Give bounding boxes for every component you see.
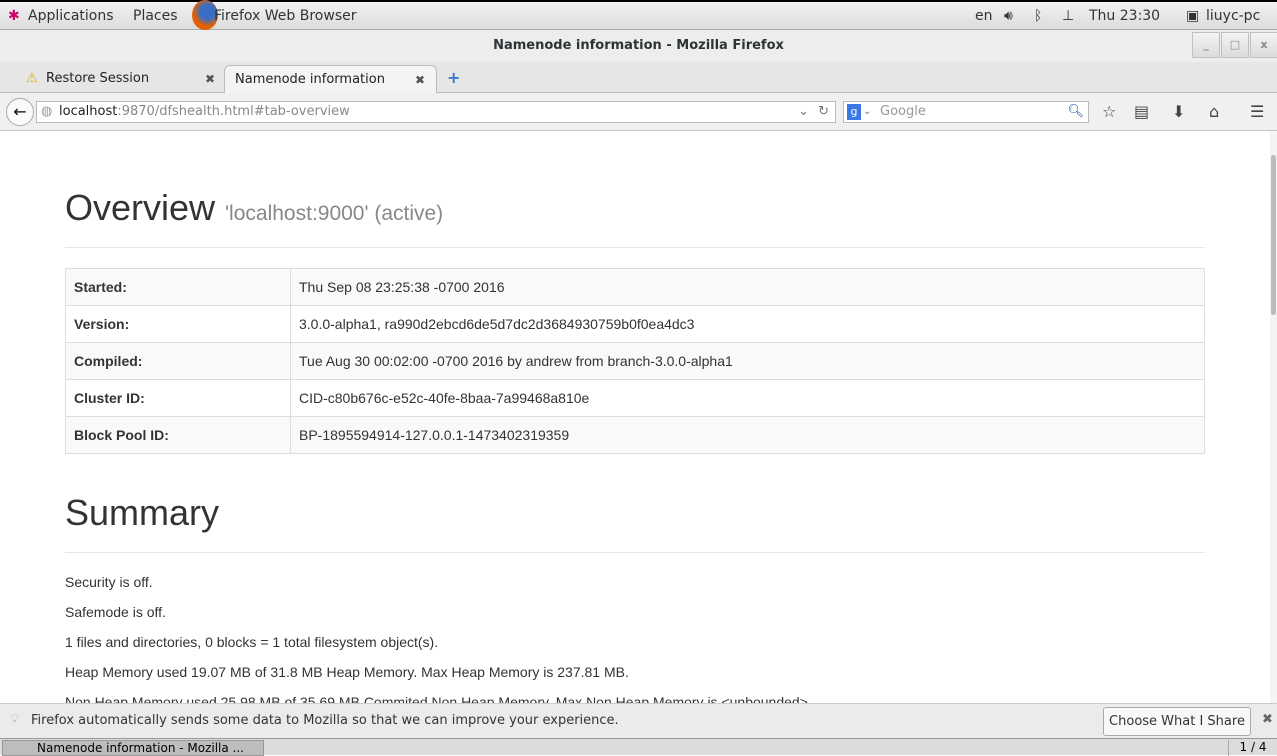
url-dropdown-icon[interactable]: ⌄	[798, 102, 809, 122]
applications-menu[interactable]: Applications	[28, 8, 114, 24]
tab-label: Namenode information	[235, 72, 385, 87]
table-row: Compiled: Tue Aug 30 00:02:00 -0700 2016 …	[65, 342, 1205, 380]
workspace-switcher[interactable]: 1 / 4	[1228, 740, 1277, 756]
url-host: localhost	[59, 104, 118, 119]
back-button[interactable]: ←	[6, 98, 34, 126]
notification-bar: 💡︎ Firefox automatically sends some data…	[0, 703, 1277, 738]
row-value: Tue Aug 30 00:02:00 -0700 2016 by andrew…	[290, 342, 1205, 380]
row-value: Thu Sep 08 23:25:38 -0700 2016	[290, 268, 1205, 306]
bookmark-star-icon[interactable]: ☆	[1102, 102, 1116, 121]
google-icon[interactable]: g	[847, 104, 861, 120]
close-tab-icon[interactable]: ✖	[205, 65, 215, 93]
taskbar-item-firefox[interactable]: Namenode information - Mozilla ...	[2, 740, 264, 756]
reload-icon[interactable]: ↻	[818, 102, 829, 122]
places-menu[interactable]: Places	[133, 8, 178, 24]
divider	[65, 552, 1205, 553]
url-path: :9870/dfshealth.html#tab-overview	[117, 104, 350, 119]
volume-icon[interactable]: 🔊︎	[1004, 8, 1013, 24]
notification-message: Firefox automatically sends some data to…	[31, 713, 619, 728]
clock[interactable]: Thu 23:30	[1089, 8, 1160, 24]
choose-what-i-share-button[interactable]: Choose What I Share	[1103, 707, 1251, 736]
user-icon: ▣	[1186, 8, 1200, 24]
close-notification-icon[interactable]: ✖	[1262, 712, 1273, 727]
tab-label: Restore Session	[46, 71, 150, 86]
table-row: Cluster ID: CID-c80b676c-e52c-40fe-8baa-7…	[65, 379, 1205, 417]
user-menu[interactable]: liuyc-pc	[1206, 8, 1260, 24]
summary-line: 1 files and directories, 0 blocks = 1 to…	[65, 634, 439, 650]
tab-namenode-information[interactable]: Namenode information ✖	[224, 65, 437, 93]
language-indicator[interactable]: en	[975, 8, 993, 24]
new-tab-button[interactable]: +	[447, 68, 460, 87]
row-key: Version:	[65, 305, 291, 343]
search-engine-dropdown-icon[interactable]: ⌄	[863, 102, 871, 122]
menu-icon[interactable]: ☰	[1250, 102, 1264, 121]
summary-heading: Summary	[65, 492, 220, 533]
table-row: Block Pool ID: BP-1895594914-127.0.0.1-14…	[65, 416, 1205, 454]
network-icon[interactable]: ⊥	[1062, 8, 1074, 24]
overview-heading: Overview 'localhost:9000' (active)	[65, 187, 443, 229]
divider	[65, 247, 1205, 248]
overview-table: Started: Thu Sep 08 23:25:38 -0700 2016 V…	[65, 268, 1205, 454]
tab-restore-session[interactable]: ⚠ Restore Session ✖	[24, 65, 220, 93]
row-value: CID-c80b676c-e52c-40fe-8baa-7a99468a810e	[290, 379, 1205, 417]
active-app-menu[interactable]: Firefox Web Browser	[214, 8, 357, 24]
bookmarks-menu-icon[interactable]: ▤	[1134, 102, 1149, 121]
table-row: Started: Thu Sep 08 23:25:38 -0700 2016	[65, 268, 1205, 306]
summary-line: Heap Memory used 19.07 MB of 31.8 MB Hea…	[65, 664, 629, 680]
home-icon[interactable]: ⌂	[1209, 102, 1219, 121]
search-icon[interactable]: 🔍︎	[1067, 102, 1084, 122]
row-key: Block Pool ID:	[65, 416, 291, 454]
globe-icon: ◍	[41, 104, 53, 119]
summary-line: Security is off.	[65, 574, 153, 590]
table-row: Version: 3.0.0-alpha1, ra990d2ebcd6de5d7d…	[65, 305, 1205, 343]
row-key: Started:	[65, 268, 291, 306]
close-window-button[interactable]: x	[1250, 32, 1277, 58]
search-placeholder: Google	[880, 104, 926, 119]
scrollbar-thumb[interactable]	[1271, 155, 1276, 315]
maximize-button[interactable]: □	[1221, 32, 1249, 58]
row-value: 3.0.0-alpha1, ra990d2ebcd6de5d7dc2d36849…	[290, 305, 1205, 343]
summary-line: Safemode is off.	[65, 604, 166, 620]
lightbulb-icon: 💡︎	[10, 712, 20, 727]
navigation-toolbar: ← ◍ localhost:9870/dfshealth.html#tab-ov…	[0, 93, 1277, 131]
system-top-panel: ✱ Applications Places Firefox Web Browse…	[0, 0, 1277, 30]
row-key: Compiled:	[65, 342, 291, 380]
taskbar-item-label: Namenode information - Mozilla ...	[37, 741, 244, 755]
window-title: Namenode information - Mozilla Firefox	[493, 38, 784, 53]
row-key: Cluster ID:	[65, 379, 291, 417]
url-bar[interactable]: ◍ localhost:9870/dfshealth.html#tab-over…	[36, 101, 836, 123]
page-content: Overview 'localhost:9000' (active) Start…	[0, 131, 1270, 703]
taskbar: Namenode information - Mozilla ... 1 / 4	[0, 738, 1277, 756]
tab-bar: ⚠ Restore Session ✖ Namenode information…	[0, 62, 1277, 93]
applications-icon: ✱	[8, 8, 20, 24]
downloads-icon[interactable]: ⬇	[1172, 102, 1185, 121]
summary-line: Non Heap Memory used 25.98 MB of 35.69 M…	[65, 694, 812, 703]
overview-subtitle: 'localhost:9000' (active)	[225, 202, 444, 225]
close-tab-icon[interactable]: ✖	[415, 66, 425, 94]
search-input[interactable]: g ⌄ Google 🔍︎	[843, 101, 1089, 123]
window-titlebar: Namenode information - Mozilla Firefox _…	[0, 30, 1277, 62]
overview-title: Overview	[65, 187, 216, 228]
minimize-button[interactable]: _	[1192, 32, 1220, 58]
row-value: BP-1895594914-127.0.0.1-1473402319359	[290, 416, 1205, 454]
warning-icon: ⚠	[26, 71, 38, 86]
bluetooth-icon[interactable]: ᛒ	[1034, 8, 1042, 24]
